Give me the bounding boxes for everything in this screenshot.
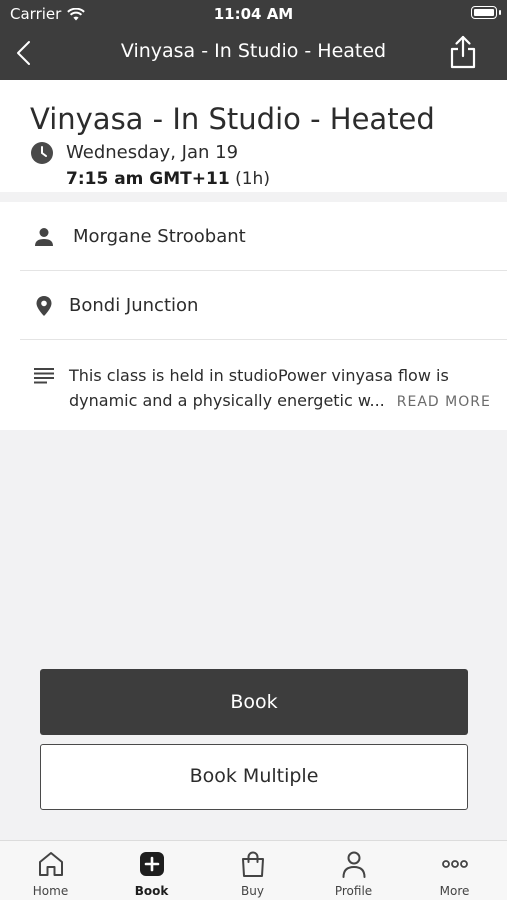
tab-profile-label: Profile <box>334 884 373 898</box>
tab-more-label: More <box>439 884 470 898</box>
clock-icon <box>31 142 53 164</box>
instructor-name: Morgane Stroobant <box>73 226 246 247</box>
tab-book[interactable]: Book <box>101 841 202 900</box>
location-row[interactable]: Bondi Junction <box>20 271 507 340</box>
tab-bar: Home Book Buy Profile More <box>0 840 507 900</box>
instructor-row[interactable]: Morgane Stroobant <box>20 202 507 271</box>
tab-home[interactable]: Home <box>0 841 101 900</box>
plus-square-icon <box>139 852 164 876</box>
class-time-line: 7:15 am GMT+11 (1h) <box>66 169 270 189</box>
class-title: Vinyasa - In Studio - Heated <box>30 102 435 136</box>
class-details: Morgane Stroobant Bondi Junction This cl… <box>0 202 507 430</box>
person-icon <box>35 228 53 246</box>
tab-profile[interactable]: Profile <box>303 841 404 900</box>
person-outline-icon <box>342 851 365 878</box>
tab-more[interactable]: More <box>404 841 505 900</box>
top-bar: Carrier 11:04 AM Vinyasa - In Studio - H… <box>0 0 507 80</box>
description-line-2-wrap: dynamic and a physically energetic w... R… <box>69 388 490 415</box>
book-button[interactable]: Book <box>40 669 468 735</box>
location-pin-icon <box>36 296 52 316</box>
back-chevron-icon[interactable] <box>10 38 40 68</box>
class-description: This class is held in studioPower vinyas… <box>69 363 490 415</box>
battery-icon <box>471 6 501 19</box>
read-more-link[interactable]: READ MORE <box>397 394 491 410</box>
tab-book-label: Book <box>134 884 169 898</box>
share-icon[interactable] <box>447 34 479 70</box>
status-bar: Carrier 11:04 AM <box>0 0 507 28</box>
nav-title: Vinyasa - In Studio - Heated <box>120 40 387 62</box>
more-dots-icon <box>441 860 468 868</box>
location-name: Bondi Junction <box>69 295 199 316</box>
class-time: 7:15 am GMT+11 <box>66 169 230 189</box>
status-time: 11:04 AM <box>213 5 294 23</box>
home-icon <box>38 852 63 876</box>
navigation-bar: Vinyasa - In Studio - Heated <box>0 28 507 80</box>
tab-buy[interactable]: Buy <box>202 841 303 900</box>
shopping-bag-icon <box>241 851 264 877</box>
description-line-2: dynamic and a physically energetic w... <box>69 391 385 410</box>
class-header: Vinyasa - In Studio - Heated Wednesday, … <box>0 80 507 192</box>
book-multiple-button[interactable]: Book Multiple <box>40 744 468 810</box>
tab-buy-label: Buy <box>241 884 264 898</box>
description-row: This class is held in studioPower vinyas… <box>20 340 507 430</box>
description-lines-icon <box>34 368 54 384</box>
class-duration: (1h) <box>235 169 270 189</box>
screen: Carrier 11:04 AM Vinyasa - In Studio - H… <box>0 0 507 900</box>
class-date: Wednesday, Jan 19 <box>66 142 239 163</box>
description-line-1: This class is held in studioPower vinyas… <box>69 366 449 385</box>
tab-home-label: Home <box>32 884 69 898</box>
